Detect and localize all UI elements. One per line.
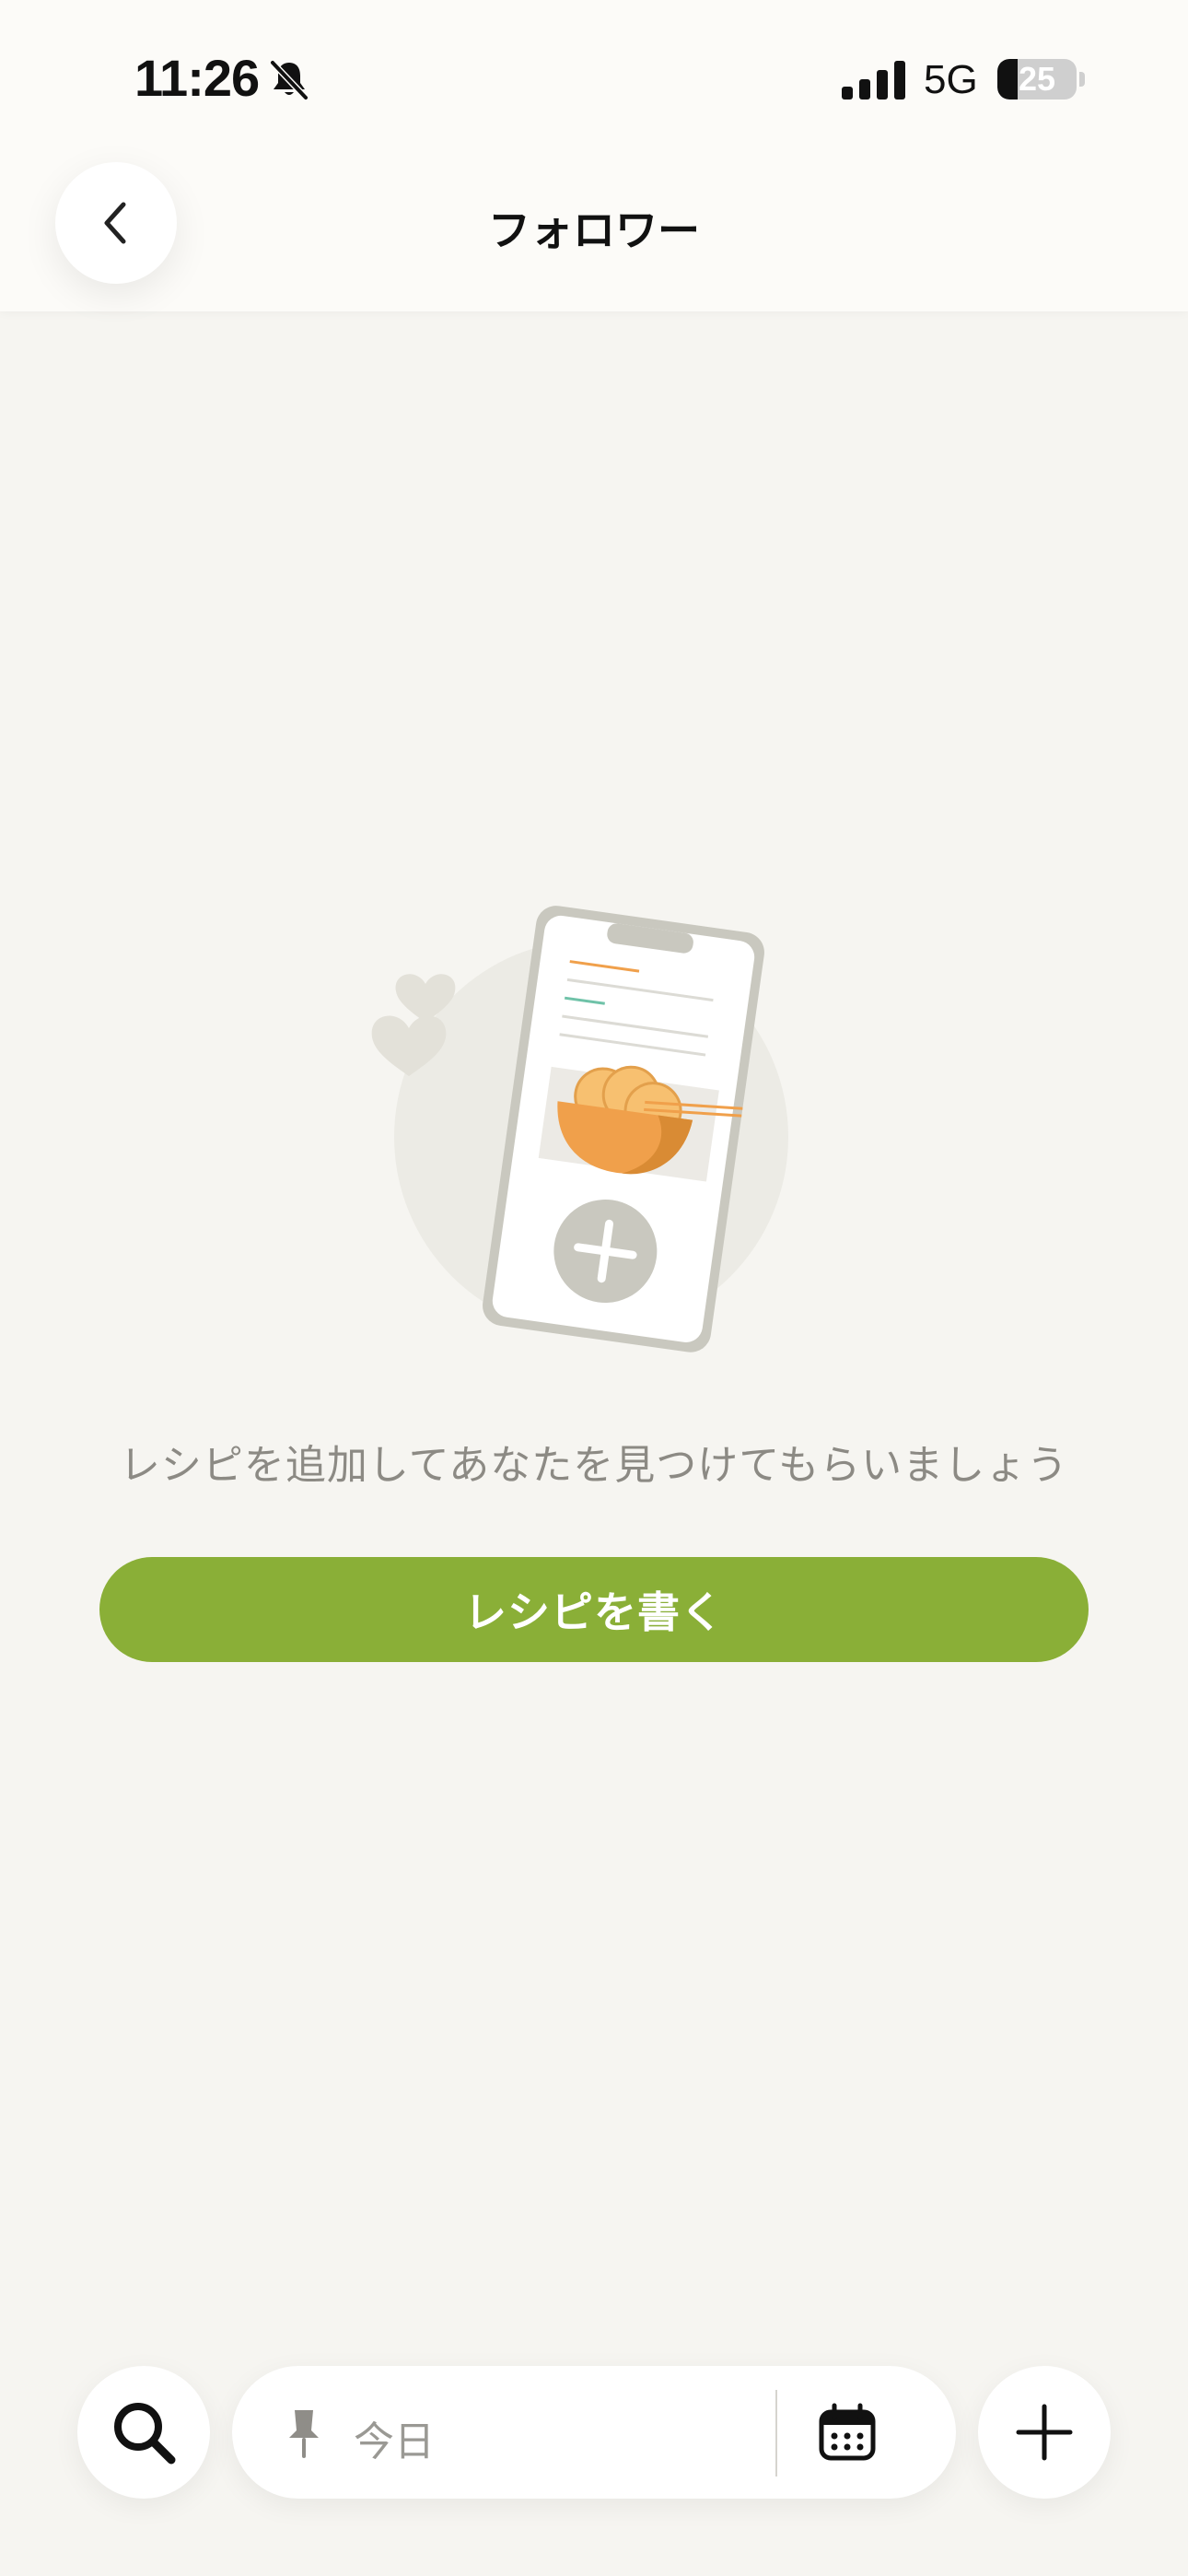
plan-date-label: 今日: [354, 2418, 435, 2465]
add-button[interactable]: [978, 2366, 1111, 2499]
top-bar: 11:26 5G 25 フォロワー: [0, 0, 1188, 311]
battery-icon: 25: [997, 59, 1077, 100]
plan-date-bar[interactable]: 今日: [232, 2366, 956, 2499]
network-label: 5G: [924, 57, 978, 102]
battery-cap: [1079, 72, 1085, 87]
battery-percentage: 25: [1018, 60, 1056, 98]
search-icon: [114, 2403, 176, 2465]
status-time: 11:26: [134, 49, 260, 107]
write-recipe-button[interactable]: レシピを書く: [99, 1557, 1089, 1662]
plus-icon: [1016, 2404, 1073, 2461]
pin-icon: [289, 2410, 319, 2458]
calendar-icon[interactable]: [818, 2403, 877, 2462]
signal-icon: [842, 61, 905, 100]
page-title: フォロワー: [488, 205, 700, 255]
search-button[interactable]: [77, 2366, 210, 2499]
bell-slash-icon: [270, 60, 309, 100]
phone-recipe-illustration: [371, 906, 788, 1352]
empty-state-message: レシピを追加してあなたを見つけてもらいましょう: [119, 1442, 1069, 1489]
divider: [775, 2390, 777, 2476]
